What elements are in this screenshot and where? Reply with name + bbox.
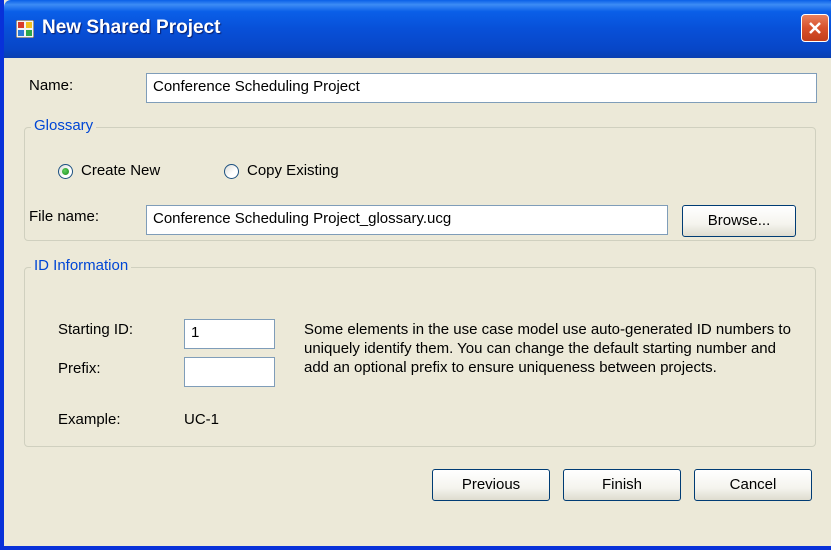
cancel-button[interactable]: Cancel: [694, 469, 812, 501]
dialog-window: New Shared Project Name: Conference Sche…: [0, 0, 831, 550]
close-button[interactable]: [801, 14, 829, 42]
title-bar[interactable]: New Shared Project: [4, 0, 831, 58]
prefix-label: Prefix:: [58, 360, 101, 377]
prefix-input[interactable]: [184, 357, 275, 387]
finish-button[interactable]: Finish: [563, 469, 681, 501]
example-label: Example:: [58, 411, 121, 428]
app-window-icon: [15, 19, 35, 39]
close-icon: [809, 22, 821, 34]
window-title: New Shared Project: [42, 17, 221, 38]
glossary-group-title: Glossary: [31, 117, 97, 134]
browse-button[interactable]: Browse...: [682, 205, 796, 237]
copy-existing-radio[interactable]: [224, 164, 239, 179]
create-new-radio[interactable]: [58, 164, 73, 179]
previous-button[interactable]: Previous: [432, 469, 550, 501]
name-label: Name:: [29, 77, 74, 94]
radio-selected-dot: [62, 168, 69, 175]
create-new-label[interactable]: Create New: [81, 162, 160, 179]
example-value: UC-1: [184, 411, 220, 428]
id-information-group-title: ID Information: [31, 257, 132, 274]
copy-existing-label[interactable]: Copy Existing: [247, 162, 339, 179]
dialog-body: Name: Conference Scheduling Project Glos…: [8, 58, 831, 546]
name-input[interactable]: Conference Scheduling Project: [146, 73, 817, 103]
id-description-text: Some elements in the use case model use …: [304, 321, 791, 376]
starting-id-label: Starting ID:: [58, 321, 134, 338]
file-name-label: File name:: [29, 208, 100, 225]
starting-id-input[interactable]: 1: [184, 319, 275, 349]
file-name-input[interactable]: Conference Scheduling Project_glossary.u…: [146, 205, 668, 235]
